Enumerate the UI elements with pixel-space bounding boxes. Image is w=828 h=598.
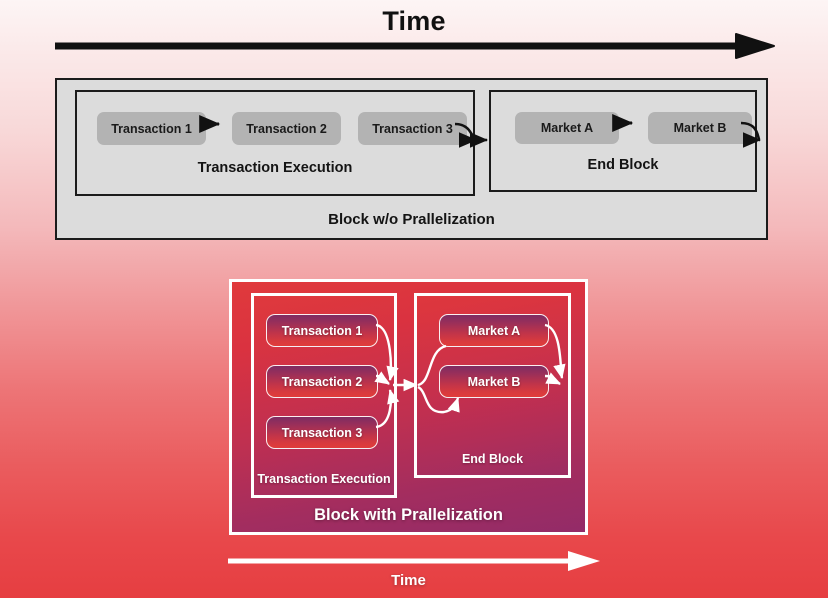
- top-block-caption: Block w/o Prallelization: [328, 211, 495, 228]
- bottom-node-transaction-3[interactable]: Transaction 3: [266, 416, 378, 449]
- top-node-market-a[interactable]: Market A: [515, 112, 619, 144]
- top-section-end-block: Market A Market B End Block: [489, 90, 757, 192]
- bottom-section-caption-transaction-execution: Transaction Execution: [257, 472, 391, 486]
- bottom-section-transaction-execution: Transaction 1 Transaction 2 Transaction …: [251, 293, 397, 498]
- bottom-node-transaction-2[interactable]: Transaction 2: [266, 365, 378, 398]
- top-node-market-b[interactable]: Market B: [648, 112, 752, 144]
- bottom-node-transaction-1[interactable]: Transaction 1: [266, 314, 378, 347]
- bottom-time-title: Time: [391, 572, 426, 589]
- top-time-arrow-icon: [55, 33, 775, 59]
- top-section-caption-transaction-execution: Transaction Execution: [197, 160, 353, 176]
- top-node-transaction-2[interactable]: Transaction 2: [232, 112, 341, 145]
- top-node-transaction-3[interactable]: Transaction 3: [358, 112, 467, 145]
- bottom-block-caption: Block with Prallelization: [314, 506, 503, 524]
- diagram-canvas: Time Transaction 1 Transaction 2 Transac…: [0, 0, 828, 598]
- top-section-caption-end-block: End Block: [587, 157, 659, 173]
- top-section-transaction-execution: Transaction 1 Transaction 2 Transaction …: [75, 90, 475, 196]
- bottom-section-caption-end-block: End Block: [461, 452, 524, 466]
- top-node-transaction-1[interactable]: Transaction 1: [97, 112, 206, 145]
- block-with-parallelization: Transaction 1 Transaction 2 Transaction …: [229, 279, 588, 535]
- bottom-section-end-block: Market A Market B End Block: [414, 293, 571, 478]
- block-without-parallelization: Transaction 1 Transaction 2 Transaction …: [55, 78, 768, 240]
- bottom-time-arrow-icon: [228, 551, 600, 571]
- bottom-node-market-b[interactable]: Market B: [439, 365, 549, 398]
- bottom-node-market-a[interactable]: Market A: [439, 314, 549, 347]
